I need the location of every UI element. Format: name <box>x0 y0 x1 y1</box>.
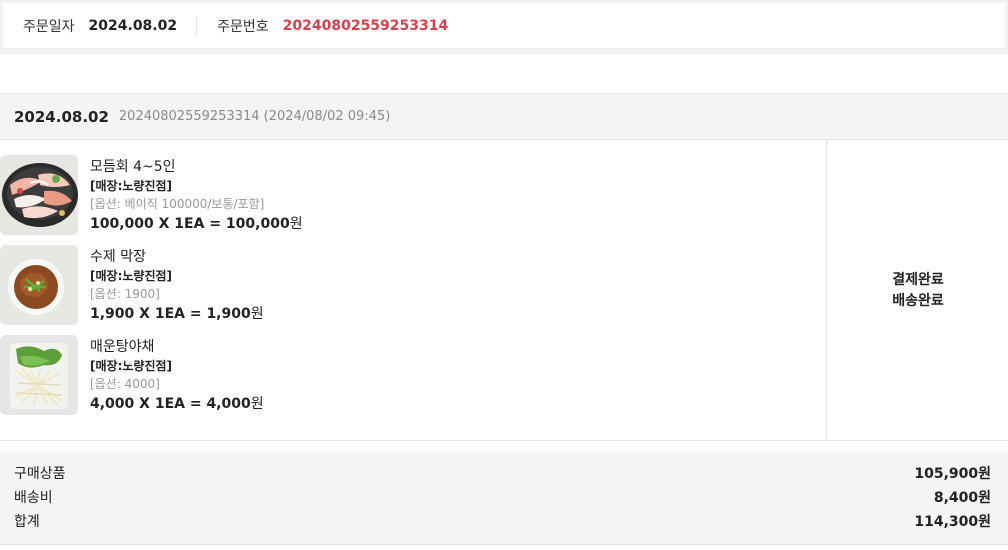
order-group-header: 2024.08.02 20240802559253314 (2024/08/02… <box>0 93 1008 140</box>
summary-row-products: 구매상품 105,900원 <box>14 461 991 485</box>
item-price: 1,900 X 1EA = 1,900원 <box>90 303 264 325</box>
order-item: 수제 막장 [매장:노량진점] [옵션: 1900] 1,900 X 1EA =… <box>0 245 827 325</box>
summary-row-shipping: 배송비 8,400원 <box>14 485 991 509</box>
item-price-expr: 1,900 X 1EA = 1,900 <box>90 306 251 322</box>
order-item: 모듬회 4~5인 [매장:노량진점] [옵션: 베이직 100000/보통/포함… <box>0 155 827 235</box>
order-items-list: 모듬회 4~5인 [매장:노량진점] [옵션: 베이직 100000/보통/포함… <box>0 140 827 441</box>
item-info: 모듬회 4~5인 [매장:노량진점] [옵션: 베이직 100000/보통/포함… <box>90 157 303 235</box>
item-option: [옵션: 1900] <box>90 287 160 301</box>
order-group-meta: 20240802559253314 (2024/08/02 09:45) <box>118 109 391 124</box>
item-name[interactable]: 모듬회 4~5인 <box>90 157 303 177</box>
item-store: [매장:노량진점] <box>90 359 173 373</box>
total-label: 합계 <box>14 514 40 530</box>
item-price: 100,000 X 1EA = 100,000원 <box>90 213 303 235</box>
item-info: 매운탕야채 [매장:노량진점] [옵션: 4000] 4,000 X 1EA =… <box>90 337 264 415</box>
item-price-currency: 원 <box>250 396 264 412</box>
order-date-label: 주문일자 <box>23 18 75 35</box>
item-price-expr: 4,000 X 1EA = 4,000 <box>90 396 251 412</box>
item-option: [옵션: 4000] <box>90 377 160 391</box>
order-summary: 구매상품 105,900원 배송비 8,400원 합계 114,300원 <box>0 451 1008 545</box>
item-price-expr: 100,000 X 1EA = 100,000 <box>90 216 290 232</box>
info-divider <box>196 16 198 35</box>
divider <box>0 440 1008 441</box>
sauce-bowl-image[interactable] <box>0 245 78 325</box>
item-option: [옵션: 베이직 100000/보통/포함] <box>90 197 265 211</box>
order-status: 결제완료 배송완료 <box>828 140 1008 441</box>
item-store: [매장:노량진점] <box>90 269 173 283</box>
item-name[interactable]: 매운탕야채 <box>90 337 264 357</box>
item-price-currency: 원 <box>250 306 264 322</box>
item-info: 수제 막장 [매장:노량진점] [옵션: 1900] 1,900 X 1EA =… <box>90 247 264 325</box>
payment-status: 결제완료 <box>892 271 944 288</box>
order-number-label: 주문번호 <box>217 18 269 35</box>
order-info-card: 주문일자 2024.08.02 주문번호 20240802559253314 <box>3 3 1005 48</box>
order-number-value: 20240802559253314 <box>282 17 449 34</box>
order-item: 매운탕야채 [매장:노량진점] [옵션: 4000] 4,000 X 1EA =… <box>0 335 827 415</box>
summary-row-total: 합계 114,300원 <box>14 509 991 533</box>
item-price-currency: 원 <box>289 216 303 232</box>
order-info-panel: 주문일자 2024.08.02 주문번호 20240802559253314 <box>0 0 1008 54</box>
order-date-value: 2024.08.02 <box>88 17 178 34</box>
item-price: 4,000 X 1EA = 4,000원 <box>90 393 264 415</box>
shipping-label: 배송비 <box>14 490 53 506</box>
products-label: 구매상품 <box>14 466 66 482</box>
item-store: [매장:노량진점] <box>90 179 173 193</box>
total-value: 114,300원 <box>914 514 991 530</box>
order-group-date: 2024.08.02 <box>14 107 109 126</box>
vegetable-pack-image[interactable] <box>0 335 78 415</box>
delivery-status: 배송완료 <box>892 292 944 309</box>
shipping-value: 8,400원 <box>933 490 991 506</box>
products-value: 105,900원 <box>914 466 991 482</box>
item-name[interactable]: 수제 막장 <box>90 247 264 267</box>
sashimi-platter-image[interactable] <box>0 155 78 235</box>
